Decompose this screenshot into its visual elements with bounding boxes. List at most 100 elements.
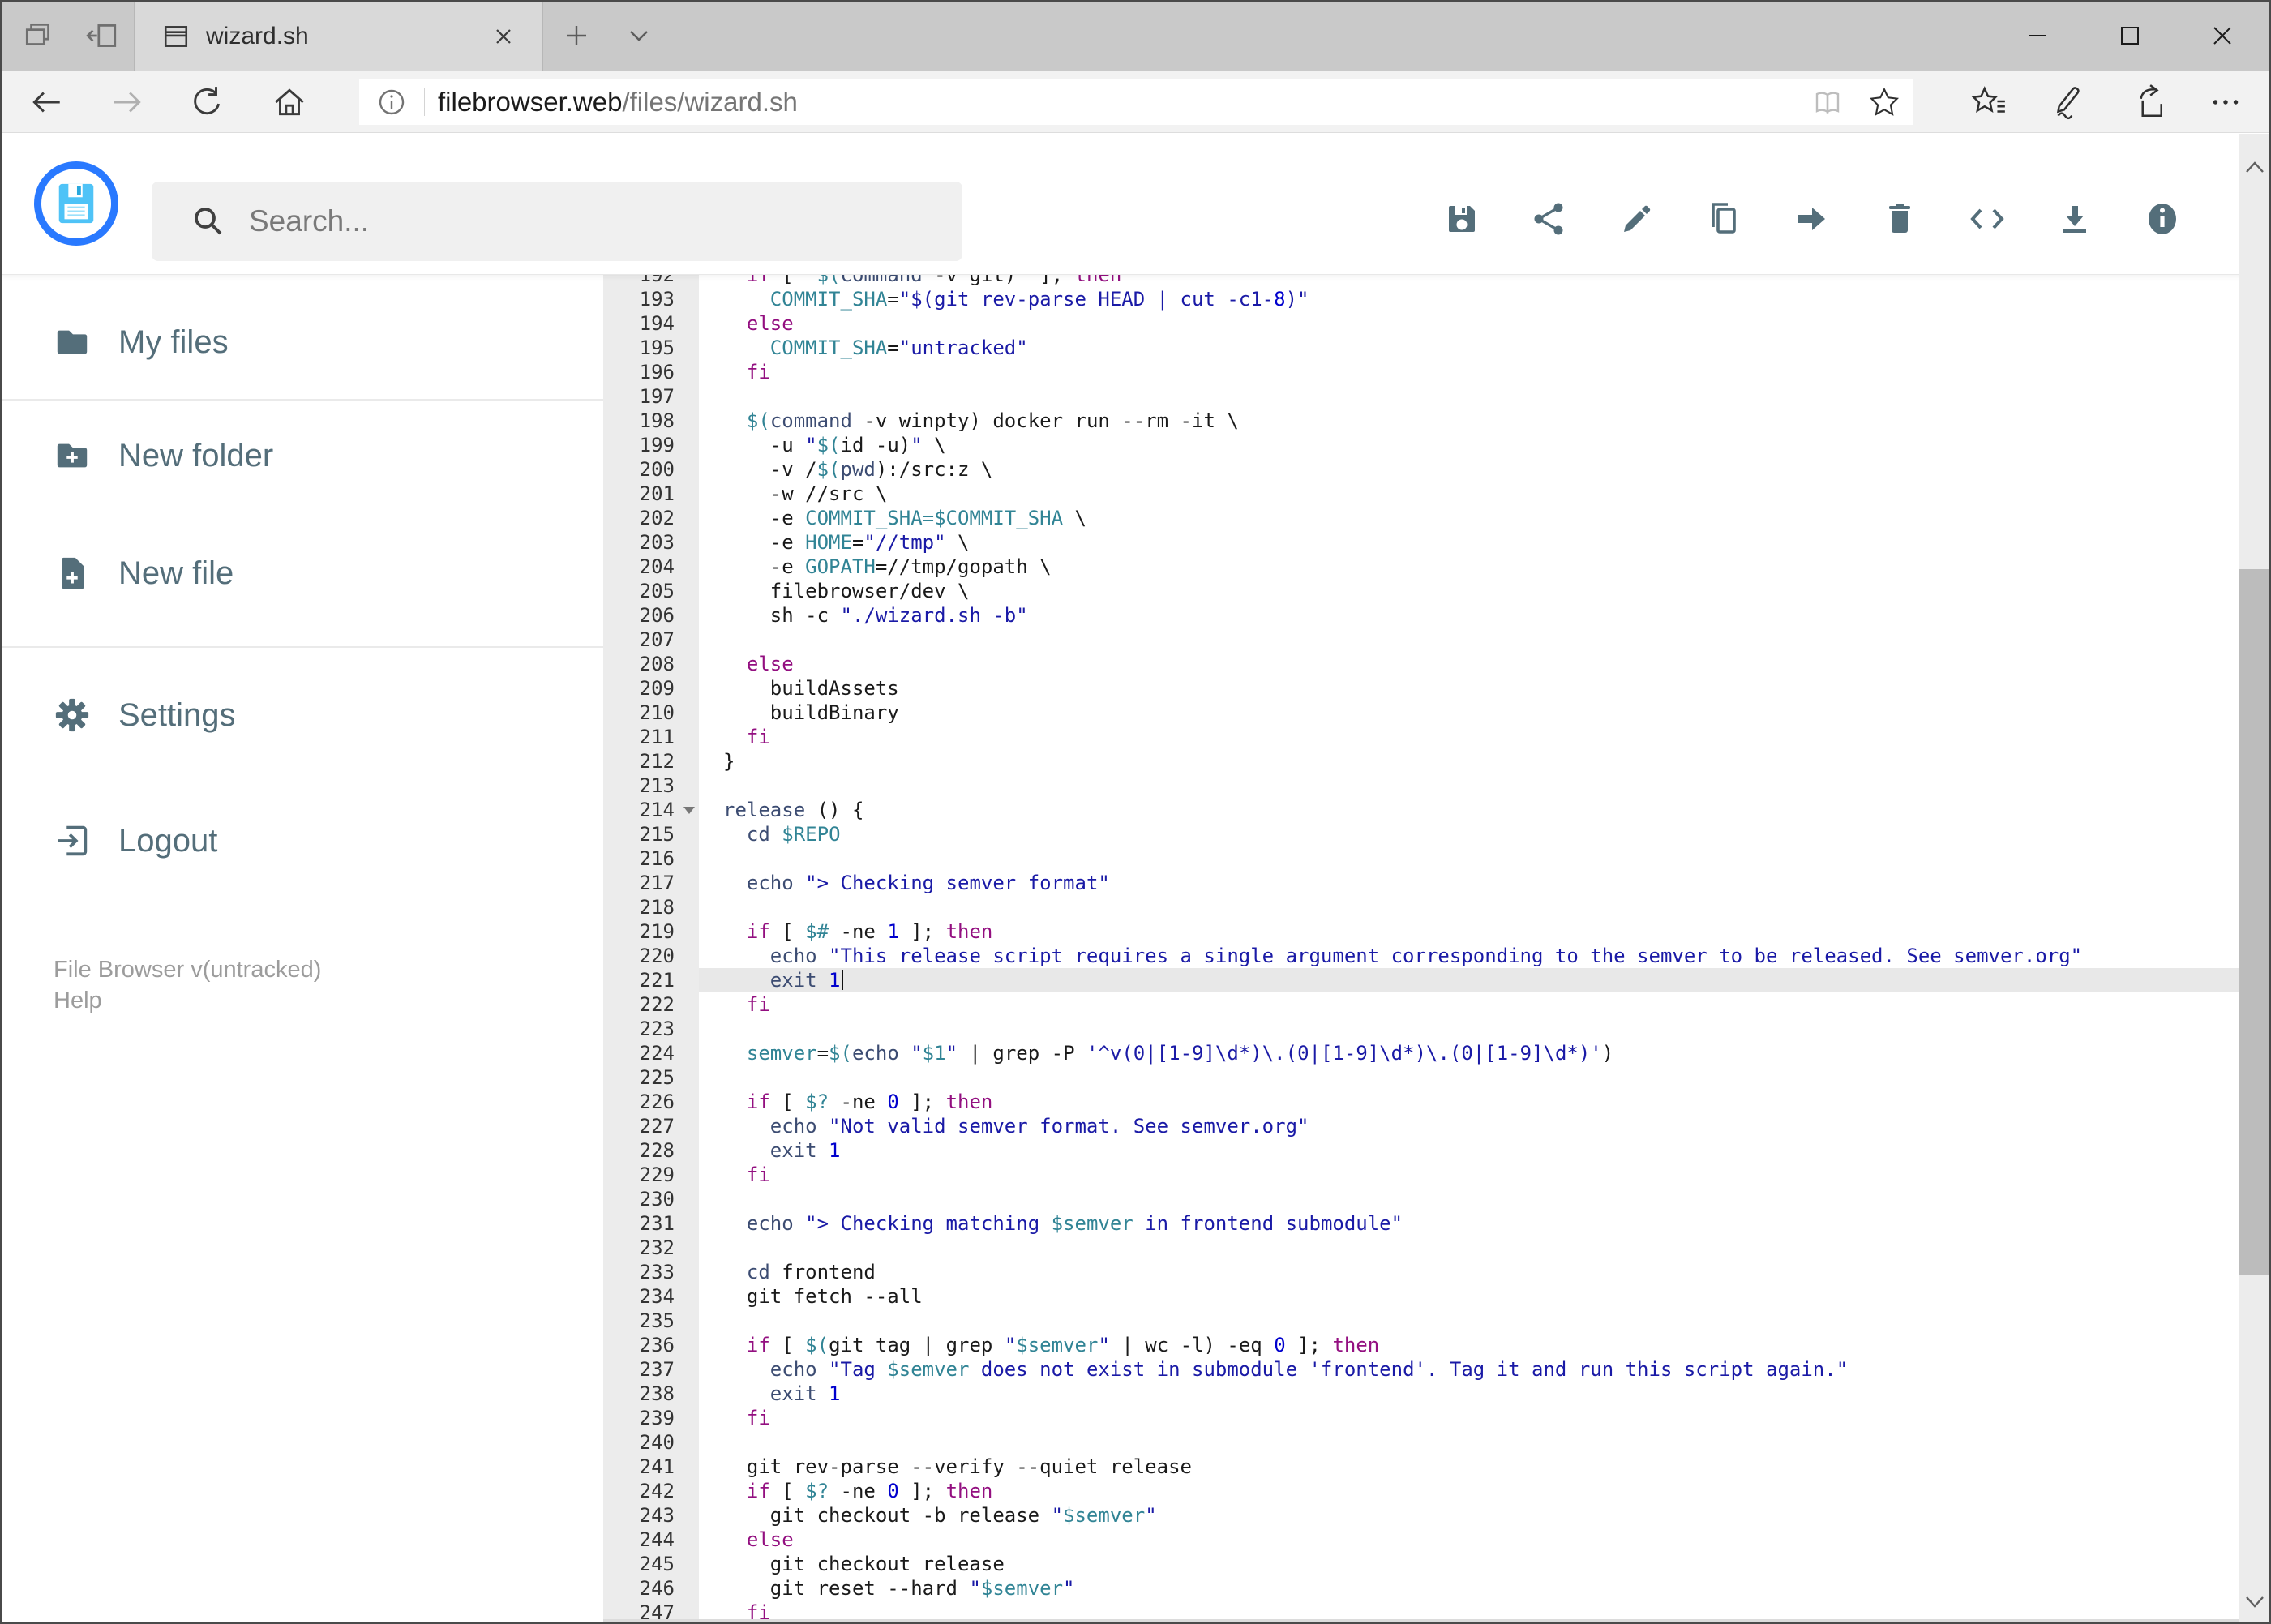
forward-icon[interactable] [107, 82, 148, 122]
new-tab-button[interactable] [557, 16, 596, 55]
line-number: 198 [639, 409, 675, 432]
scroll-down-icon[interactable] [2239, 1583, 2269, 1619]
share-icon[interactable] [1506, 196, 1593, 242]
code-text: fi [746, 1163, 770, 1186]
sidebar-item-settings[interactable]: Settings [2, 679, 603, 752]
search-input[interactable] [247, 204, 896, 239]
code-line: 193 COMMIT_SHA="$(git rev-parse HEAD | c… [603, 287, 2240, 311]
page-scrollbar[interactable] [2239, 134, 2269, 1622]
code-line: 228 exit 1 [603, 1138, 2240, 1163]
line-number: 236 [639, 1334, 675, 1356]
code-text: fi [746, 1407, 770, 1429]
download-icon[interactable] [2031, 196, 2119, 242]
hub-favorites-icon[interactable] [1969, 82, 2009, 122]
reading-view-icon[interactable] [1799, 86, 1856, 118]
help-link[interactable]: Help [54, 985, 102, 1016]
browser-addressbar: filebrowser.web/files/wizard.sh [2, 71, 2269, 133]
sidebar-item-logout[interactable]: Logout [2, 804, 603, 877]
code-icon[interactable] [1943, 196, 2031, 242]
save-icon[interactable] [1418, 196, 1506, 242]
code-text: if [ $? -ne 0 ]; then [746, 1091, 993, 1113]
code-line: 235 [603, 1309, 2240, 1333]
line-number: 214 [603, 798, 699, 822]
tabs-aside-icon[interactable] [83, 16, 122, 55]
maximize-button[interactable] [2107, 13, 2153, 58]
fold-toggle-icon[interactable] [683, 807, 695, 814]
search-box[interactable] [152, 182, 962, 261]
code-line: 244 else [603, 1528, 2240, 1552]
code-line: 223 [603, 1017, 2240, 1041]
line-number: 203 [639, 531, 675, 554]
sidebar-item-label: My files [118, 324, 229, 360]
code-line: 221 exit 1 [603, 968, 2240, 992]
edit-icon[interactable] [1593, 196, 1681, 242]
code-text: if [ "$(command -v git)" ]; then [746, 275, 1122, 286]
code-text: if [ $? -ne 0 ]; then [746, 1480, 993, 1502]
code-line: 220 echo "This release script requires a… [603, 944, 2240, 968]
more-options-icon[interactable] [2205, 82, 2246, 122]
code-text: -u "$(id -u)" \ [723, 434, 946, 456]
browser-tab[interactable]: wizard.sh [134, 2, 543, 71]
line-number: 243 [639, 1504, 675, 1527]
line-number: 197 [639, 385, 675, 408]
editor-horizontal-scrollbar[interactable] [603, 1619, 2240, 1622]
code-line: 236 if [ $(git tag | grep "$semver" | wc… [603, 1333, 2240, 1357]
sidebar-item-my-files[interactable]: My files [2, 306, 603, 379]
share-page-icon[interactable] [2127, 82, 2168, 122]
tab-close-icon[interactable] [486, 19, 521, 54]
scroll-up-icon[interactable] [2239, 150, 2269, 186]
code-text: -e GOPATH=//tmp/gopath \ [723, 555, 1052, 578]
info-icon[interactable] [2119, 196, 2206, 242]
favorite-star-icon[interactable] [1856, 85, 1913, 119]
web-note-pen-icon[interactable] [2046, 82, 2087, 122]
code-editor[interactable]: 192 if [ "$(command -v git)" ]; then 193 … [603, 275, 2240, 1622]
page-icon [162, 23, 190, 50]
scrollbar-thumb[interactable] [2239, 569, 2269, 1275]
minimize-button[interactable] [2015, 13, 2060, 58]
line-number: 213 [639, 774, 675, 797]
move-icon[interactable] [1768, 196, 1856, 242]
line-number: 238 [639, 1382, 675, 1405]
line-number: 245 [639, 1553, 675, 1575]
code-line: 197 [603, 384, 2240, 409]
tab-list-dropdown-icon[interactable] [619, 16, 658, 55]
site-info-icon[interactable] [359, 88, 424, 117]
refresh-icon[interactable] [186, 82, 227, 122]
code-line: 208 else [603, 652, 2240, 676]
code-text: release () { [723, 799, 864, 821]
address-bar[interactable]: filebrowser.web/files/wizard.sh [359, 79, 1913, 125]
sidebar-item-new-file[interactable]: New file [2, 537, 603, 610]
delete-icon[interactable] [1856, 196, 1943, 242]
close-button[interactable] [2200, 13, 2245, 58]
line-number: 195 [639, 336, 675, 359]
line-number: 196 [639, 361, 675, 384]
home-icon[interactable] [269, 82, 310, 122]
app-version-text: File Browser v(untracked) [54, 957, 322, 983]
browser-window: wizard.sh filebrowser.web/files/wizard.s… [0, 0, 2271, 1624]
line-number: 215 [639, 823, 675, 846]
line-number: 225 [639, 1066, 675, 1089]
line-number: 232 [639, 1236, 675, 1259]
line-number: 200 [639, 458, 675, 481]
copy-icon[interactable] [1681, 196, 1768, 242]
filebrowser-logo[interactable] [34, 161, 118, 246]
code-line: 217 echo "> Checking semver format" [603, 871, 2240, 895]
code-text: } [723, 750, 735, 773]
sidebar-item-label: New file [118, 555, 234, 591]
code-text: fi [746, 726, 770, 748]
code-line: 215 cd $REPO [603, 822, 2240, 846]
sidebar-item-new-folder[interactable]: New folder [2, 419, 603, 492]
line-number: 244 [639, 1528, 675, 1551]
code-line: 192 if [ "$(command -v git)" ]; then [603, 275, 2240, 287]
code-line: 225 [603, 1065, 2240, 1090]
code-line: 240 [603, 1430, 2240, 1455]
back-icon[interactable] [26, 82, 66, 122]
tab-preview-icon[interactable] [19, 16, 58, 55]
code-text: echo "> Checking matching $semver in fro… [746, 1212, 1403, 1235]
line-number: 233 [639, 1261, 675, 1283]
code-line: 202 -e COMMIT_SHA=$COMMIT_SHA \ [603, 506, 2240, 530]
